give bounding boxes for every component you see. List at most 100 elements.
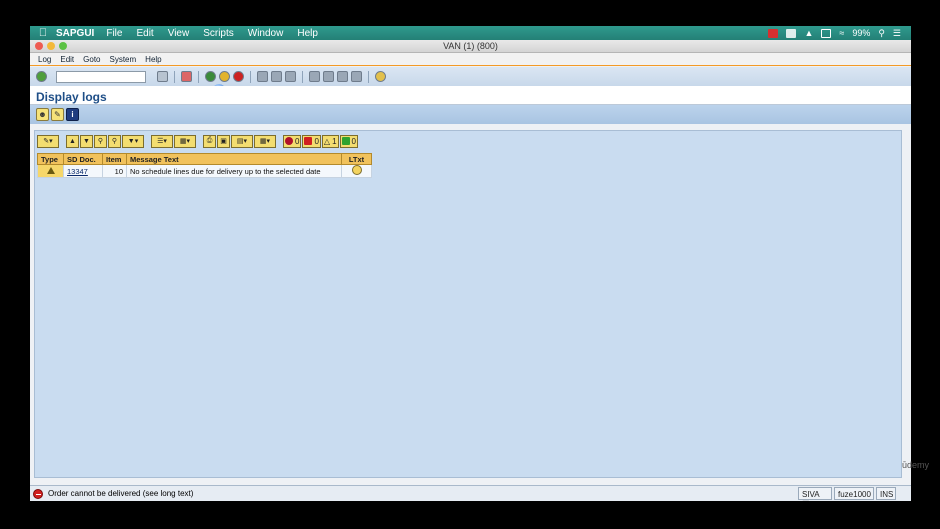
help-icon[interactable]	[375, 71, 386, 82]
long-text-icon[interactable]	[351, 165, 362, 175]
back-icon[interactable]	[205, 71, 216, 82]
command-back-icon[interactable]	[157, 71, 168, 82]
status-user: SIVA ▤	[798, 487, 832, 501]
separator	[174, 70, 175, 83]
find-next-icon[interactable]	[285, 71, 296, 82]
column-header-message[interactable]: Message Text	[126, 153, 342, 165]
sort-descending-icon[interactable]: ▼	[80, 134, 93, 148]
success-count-button[interactable]: 0	[339, 134, 358, 148]
window-title: VAN (1) (800)	[443, 41, 498, 51]
mac-menu-help[interactable]: Help	[297, 28, 318, 39]
standard-toolbar	[30, 67, 911, 86]
stop-count: 0	[295, 136, 300, 146]
separator	[302, 70, 303, 83]
menu-goto[interactable]: Goto	[83, 55, 100, 64]
detail-icon[interactable]: ✎	[51, 108, 64, 121]
battery-label[interactable]: 99%	[852, 28, 870, 38]
item-cell: 10	[102, 164, 127, 178]
find-next-icon[interactable]: ⚲	[108, 134, 121, 148]
display-icon[interactable]	[821, 28, 832, 38]
separator	[198, 70, 199, 83]
warning-icon: △	[323, 136, 331, 146]
warning-count-button[interactable]: △ 1	[321, 134, 339, 148]
long-text-cell[interactable]	[341, 164, 372, 178]
keyboard-icon[interactable]	[786, 28, 797, 38]
sd-doc-link[interactable]: 13347	[63, 164, 103, 178]
column-header-ltxt[interactable]: LTxt	[341, 153, 372, 165]
save-icon[interactable]	[181, 71, 192, 82]
menu-system[interactable]: System	[110, 55, 137, 64]
log-table: Type SD Doc. Item Message Text LTxt 1334…	[37, 153, 372, 178]
layout-icon[interactable]: ☰▾	[151, 134, 173, 148]
print-icon[interactable]: ⎙	[203, 134, 216, 148]
separator	[368, 70, 369, 83]
layout-select-icon[interactable]: ▦▾	[254, 134, 276, 148]
application-toolbar: ☻ ✎ i	[30, 105, 911, 124]
mac-menu-view[interactable]: View	[168, 28, 190, 39]
sort-ascending-icon[interactable]: ▲	[66, 134, 79, 148]
technical-info-icon[interactable]: ☻	[36, 108, 49, 121]
mac-menu-edit[interactable]: Edit	[136, 28, 153, 39]
separator	[250, 70, 251, 83]
list-icon[interactable]: ☰	[893, 28, 901, 39]
columns-icon[interactable]: ▦▾	[174, 134, 196, 148]
mac-menu-scripts[interactable]: Scripts	[203, 28, 234, 39]
sap-menubar: Log Edit Goto System Help	[30, 53, 911, 66]
error-icon	[304, 137, 313, 145]
print-icon[interactable]	[257, 71, 268, 82]
cancel-icon[interactable]	[233, 71, 244, 82]
status-message[interactable]: Order cannot be delivered (see long text…	[48, 489, 193, 498]
menu-edit[interactable]: Edit	[60, 55, 74, 64]
minimize-icon[interactable]	[47, 42, 55, 50]
screen:  SAPGUI File Edit View Scripts Window H…	[30, 26, 911, 501]
status-mode[interactable]: INS	[876, 487, 896, 500]
binoculars-icon[interactable]: ▲	[804, 28, 813, 38]
wifi-icon[interactable]: ≈	[839, 28, 844, 38]
menu-log[interactable]: Log	[38, 55, 51, 64]
table-header: Type SD Doc. Item Message Text LTxt	[37, 153, 372, 165]
warning-count: 1	[332, 136, 337, 146]
details-button[interactable]: ✎▾	[37, 134, 59, 148]
stop-count-button[interactable]: 0	[283, 134, 302, 148]
close-icon[interactable]	[35, 42, 43, 50]
app-name[interactable]: SAPGUI	[56, 28, 94, 39]
record-icon[interactable]	[768, 28, 779, 38]
column-header-type[interactable]: Type	[37, 153, 64, 165]
status-server: fuze1000	[834, 487, 874, 500]
view-icon[interactable]: ▣	[217, 134, 230, 148]
success-icon	[341, 137, 350, 145]
page-title: Display logs	[30, 86, 911, 105]
error-count: 0	[314, 136, 319, 146]
search-icon[interactable]: ⚲	[878, 28, 885, 39]
error-icon	[33, 488, 43, 499]
command-field[interactable]	[56, 70, 146, 83]
last-page-icon[interactable]	[351, 71, 362, 82]
table-row[interactable]: 13347 10 No schedule lines due for deliv…	[37, 164, 372, 178]
column-header-sd-doc[interactable]: SD Doc.	[63, 153, 103, 165]
zoom-icon[interactable]	[59, 42, 67, 50]
find-icon[interactable]: ⚲	[94, 134, 107, 148]
status-user-label: SIVA	[802, 490, 820, 499]
filter-icon[interactable]: ▼▾	[122, 134, 144, 148]
mac-menu-window[interactable]: Window	[248, 28, 284, 39]
warning-icon	[46, 166, 55, 174]
find-icon[interactable]	[271, 71, 282, 82]
next-page-icon[interactable]	[337, 71, 348, 82]
watermark: ūdemy	[902, 460, 930, 470]
stop-icon	[285, 137, 293, 145]
apple-icon[interactable]: 	[30, 27, 56, 39]
error-count-button[interactable]: 0	[302, 134, 321, 148]
mac-menu-file[interactable]: File	[106, 28, 122, 39]
enter-icon[interactable]	[36, 71, 47, 82]
previous-page-icon[interactable]	[323, 71, 334, 82]
log-area: ✎▾ ▲ ▼ ⚲ ⚲ ▼▾ ☰▾ ▦▾ ⎙ ▣ ▤▾ ▦▾ 0 0 △ 1 0 …	[34, 130, 902, 478]
row-type-cell[interactable]	[37, 164, 64, 178]
success-count: 0	[351, 136, 356, 146]
menu-help[interactable]: Help	[145, 55, 161, 64]
export-icon[interactable]: ▤▾	[231, 134, 253, 148]
first-page-icon[interactable]	[309, 71, 320, 82]
column-header-item[interactable]: Item	[102, 153, 127, 165]
info-icon[interactable]: i	[66, 108, 79, 121]
mac-menubar:  SAPGUI File Edit View Scripts Window H…	[30, 26, 911, 40]
exit-icon[interactable]	[219, 71, 230, 82]
